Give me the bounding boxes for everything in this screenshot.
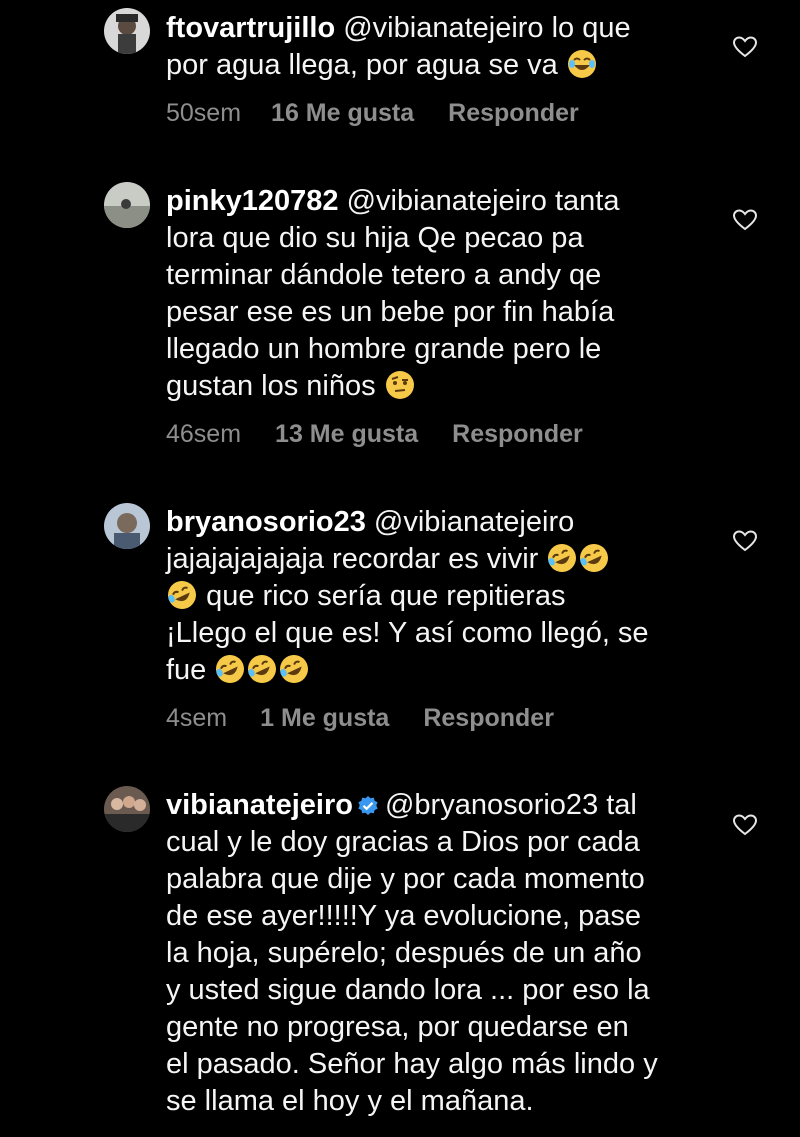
comment-username[interactable]: vibianatejeiro (166, 789, 353, 821)
comment-username[interactable]: bryanosorio23 (166, 506, 366, 538)
comment-likes[interactable]: 1 Me gusta (260, 703, 389, 733)
comment-line: terminar dándole tetero a andy qe (166, 259, 602, 291)
comment-username[interactable]: ftovartrujillo (166, 12, 335, 44)
comment-time: 46sem (166, 420, 242, 448)
reply-button[interactable]: Responder (452, 419, 583, 449)
comment-line: palabra que dije y por cada momento (166, 863, 645, 895)
comment-line: de ese ayer!!!!!Y ya evolucione, pase (166, 900, 642, 932)
comment-line: gustan los niños (166, 370, 376, 402)
comment-line: la hoja, supérelo; después de un año (166, 937, 642, 969)
comment-text: pinky120782 @vibianatejeiro tanta lora q… (166, 183, 706, 405)
comment-meta: 4sem 1 Me gusta Responder (166, 703, 554, 733)
rofl-emoji-icon (167, 580, 197, 610)
comment-line: fue (166, 654, 207, 686)
avatar[interactable] (104, 182, 150, 228)
comment-line: pesar ese es un bebe por fin había (166, 296, 615, 328)
heart-icon[interactable] (733, 814, 757, 836)
comment-line: jajajajajajaja recordar es vivir (166, 543, 539, 575)
comment-line: @bryanosorio23 tal (384, 789, 637, 821)
comment-text: ftovartrujillo @vibianatejeiro lo que po… (166, 10, 706, 84)
laughing-emoji-icon (567, 49, 597, 79)
skeptical-emoji-icon (385, 370, 415, 400)
comment-line: que rico sería que repitieras (206, 580, 566, 612)
comment-line: se llama el hoy y el mañana. (166, 1085, 534, 1117)
comment-line: cual y le doy gracias a Dios por cada (166, 826, 640, 858)
rofl-emoji-icon (215, 654, 245, 684)
comment-line: gente no progresa, por quedarse en (166, 1011, 629, 1043)
avatar[interactable] (104, 786, 150, 832)
comment-line: el pasado. Señor hay algo más lindo y (166, 1048, 658, 1080)
comment-likes[interactable]: 16 Me gusta (271, 98, 414, 128)
heart-icon[interactable] (733, 530, 757, 552)
comment-line: @vibianatejeiro (373, 506, 575, 538)
comment-time: 50sem (166, 99, 242, 127)
comment-line: llegado un hombre grande pero le (166, 333, 602, 365)
verified-badge-icon (358, 796, 378, 815)
avatar[interactable] (104, 503, 150, 549)
rofl-emoji-icon (547, 543, 577, 573)
comment-text: vibianatejeiro @bryanosorio23 tal cual y … (166, 787, 706, 1120)
comment-line: por agua llega, por agua se va (166, 49, 558, 81)
rofl-emoji-icon (279, 654, 309, 684)
comment-meta: 46sem 13 Me gusta Responder (166, 419, 583, 449)
comment-line: @vibianatejeiro lo que (343, 12, 631, 44)
comment-likes[interactable]: 13 Me gusta (275, 419, 418, 449)
comment-line: y usted sigue dando lora ... por eso la (166, 974, 650, 1006)
heart-icon[interactable] (733, 36, 757, 58)
comment-text: bryanosorio23 @vibianatejeiro jajajajaja… (166, 504, 706, 689)
avatar[interactable] (104, 8, 150, 54)
reply-button[interactable]: Responder (448, 98, 579, 128)
comment-line: @vibianatejeiro tanta (346, 185, 620, 217)
comment-time: 4sem (166, 704, 228, 732)
comment-line: lora que dio su hija Qe pecao pa (166, 222, 584, 254)
heart-icon[interactable] (733, 209, 757, 231)
comment-meta: 50sem 16 Me gusta Responder (166, 98, 579, 128)
reply-button[interactable]: Responder (423, 703, 554, 733)
rofl-emoji-icon (579, 543, 609, 573)
comment-line: ¡Llego el que es! Y así como llegó, se (166, 617, 649, 649)
comment-username[interactable]: pinky120782 (166, 185, 339, 217)
rofl-emoji-icon (247, 654, 277, 684)
